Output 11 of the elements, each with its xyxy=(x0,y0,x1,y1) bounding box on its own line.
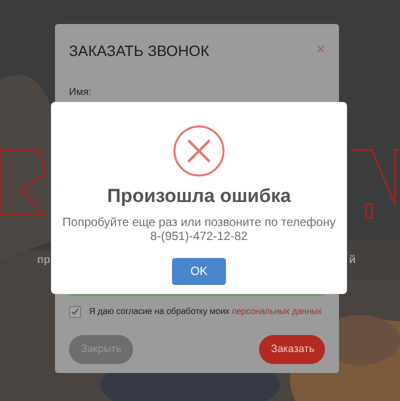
close-button[interactable]: × xyxy=(316,42,325,57)
error-message: Попробуйте еще раз или позвоните по телефону 8-(951)-472-12-82 xyxy=(61,214,337,243)
hero-text: й xyxy=(349,253,356,268)
field-label: Имя: xyxy=(69,86,92,100)
dialog-title: ЗАКАЗАТЬ ЗВОНОК xyxy=(69,43,210,61)
error-title: Произошла ошибка xyxy=(106,186,292,209)
order-button[interactable]: Заказать xyxy=(259,335,325,364)
ok-button[interactable]: OK xyxy=(172,258,226,285)
consent-text: Я даю согласие на обработку моих персональных данных xyxy=(89,305,322,318)
hero-text: пр xyxy=(37,253,50,268)
personal-data-link[interactable]: персональных данных xyxy=(232,306,322,316)
